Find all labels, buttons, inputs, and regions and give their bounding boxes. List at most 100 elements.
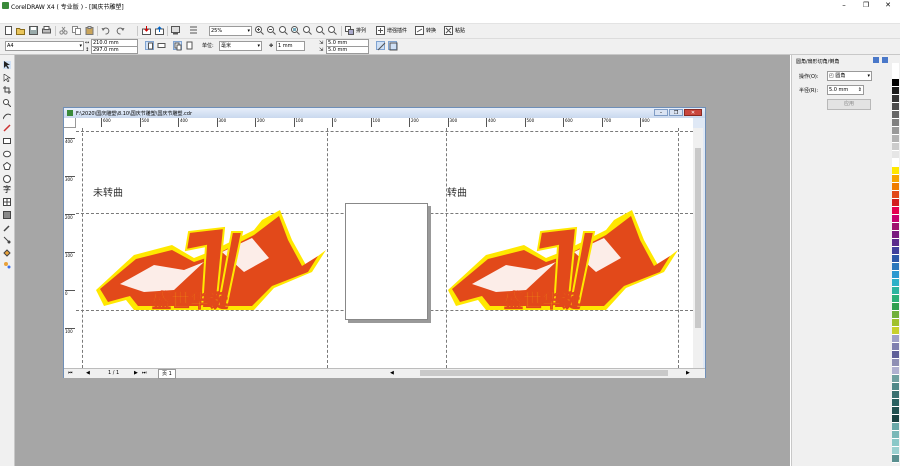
text-tool-icon[interactable]: 字: [3, 186, 11, 194]
vertical-scroll-thumb[interactable]: [695, 148, 701, 328]
color-swatch[interactable]: [892, 319, 899, 327]
treat-as-filled-icon[interactable]: [376, 41, 386, 51]
logo-artwork-converted[interactable]: 盛世华诞: [446, 210, 682, 312]
all-pages-icon[interactable]: [173, 41, 182, 51]
color-swatch[interactable]: [892, 207, 899, 215]
zoom-in-icon[interactable]: [255, 26, 264, 35]
horizontal-scroll-thumb[interactable]: [420, 370, 668, 376]
zoom-width-icon[interactable]: [316, 26, 325, 35]
rectangle-tool-icon[interactable]: [3, 137, 11, 145]
color-swatch[interactable]: [892, 367, 899, 375]
first-page-icon[interactable]: ⏮: [68, 370, 73, 376]
zoom-all-icon[interactable]: [291, 26, 300, 35]
color-swatch[interactable]: [892, 95, 899, 103]
eyedropper-tool-icon[interactable]: [3, 224, 11, 232]
guideline-horizontal[interactable]: [76, 131, 693, 132]
color-swatch[interactable]: [892, 407, 899, 415]
page-tab[interactable]: 页 1: [158, 369, 176, 379]
arrange-icon[interactable]: [345, 26, 354, 35]
current-page-icon[interactable]: [185, 41, 194, 50]
color-swatch[interactable]: [892, 199, 899, 207]
zoom-out-icon[interactable]: [267, 26, 276, 35]
color-swatch[interactable]: [892, 399, 899, 407]
convert-label[interactable]: 转换: [426, 27, 436, 35]
color-swatch[interactable]: [892, 423, 899, 431]
zoom-height-icon[interactable]: [328, 26, 337, 35]
color-swatch[interactable]: [892, 431, 899, 439]
polygon-tool-icon[interactable]: [2, 161, 12, 170]
previous-page-icon[interactable]: ◀: [86, 370, 90, 376]
radius-input[interactable]: 5.0 mm ⇕: [827, 85, 864, 95]
cut-icon[interactable]: [59, 26, 68, 35]
color-swatch[interactable]: [892, 127, 899, 135]
color-swatch[interactable]: [892, 159, 899, 167]
freehand-tool-icon[interactable]: [2, 112, 12, 120]
convert-icon[interactable]: [415, 26, 424, 35]
table-tool-icon[interactable]: [3, 198, 11, 206]
application-launcher-icon[interactable]: [171, 26, 180, 35]
doc-minimize-button[interactable]: –: [654, 109, 668, 116]
color-swatch[interactable]: [892, 167, 899, 175]
color-swatch[interactable]: [892, 415, 899, 423]
docker-close-icon[interactable]: [882, 57, 888, 63]
page-height-input[interactable]: 297.0 mm: [91, 46, 138, 54]
landscape-icon[interactable]: [157, 41, 166, 50]
basic-shapes-tool-icon[interactable]: [3, 175, 11, 183]
color-swatch[interactable]: [892, 79, 899, 87]
a4-page[interactable]: [345, 203, 428, 320]
color-swatch[interactable]: [892, 327, 899, 335]
doc-close-button[interactable]: ✕: [684, 109, 702, 116]
color-swatch[interactable]: [892, 231, 899, 239]
color-swatch[interactable]: [892, 191, 899, 199]
color-swatch[interactable]: [892, 175, 899, 183]
color-swatch[interactable]: [892, 311, 899, 319]
color-swatch[interactable]: [892, 335, 899, 343]
guideline-vertical[interactable]: [82, 128, 83, 368]
vertical-scrollbar[interactable]: [693, 128, 703, 368]
snap-to-objects-icon[interactable]: [388, 41, 398, 51]
paste-special-label[interactable]: 粘贴: [455, 27, 465, 35]
scroll-left-icon[interactable]: ◀: [390, 370, 394, 376]
plugins-icon[interactable]: [376, 26, 385, 35]
color-swatch[interactable]: [892, 103, 899, 111]
pick-tool-icon[interactable]: [3, 61, 11, 69]
color-swatch[interactable]: [892, 383, 899, 391]
spinner-icon[interactable]: ⇕: [858, 86, 862, 94]
redo-icon[interactable]: [116, 26, 125, 35]
plugins-label[interactable]: 增强插件: [387, 27, 407, 35]
doc-restore-button[interactable]: ❐: [669, 109, 683, 116]
color-swatch[interactable]: [892, 271, 899, 279]
welcome-screen-icon[interactable]: [189, 26, 198, 35]
export-icon[interactable]: [155, 26, 164, 35]
color-swatch[interactable]: [892, 215, 899, 223]
smart-fill-tool-icon[interactable]: [3, 124, 11, 132]
paste-icon[interactable]: [85, 26, 94, 35]
docker-pin-icon[interactable]: [873, 57, 879, 63]
close-button[interactable]: ✕: [877, 0, 899, 11]
color-swatch[interactable]: [892, 391, 899, 399]
color-swatch[interactable]: [892, 455, 899, 463]
color-swatch[interactable]: [892, 87, 899, 95]
outline-tool-icon[interactable]: [3, 236, 11, 244]
new-file-icon[interactable]: [4, 26, 13, 35]
print-icon[interactable]: [42, 26, 51, 35]
drawing-canvas[interactable]: 未转曲 转曲 盛世华诞 盛世华诞: [76, 128, 693, 368]
zoom-selected-icon[interactable]: [279, 26, 288, 35]
copy-icon[interactable]: [72, 26, 81, 35]
open-file-icon[interactable]: [16, 26, 25, 35]
undo-icon[interactable]: [101, 26, 110, 35]
color-swatch[interactable]: [892, 295, 899, 303]
color-swatch[interactable]: [892, 119, 899, 127]
color-swatch[interactable]: [892, 351, 899, 359]
color-swatch[interactable]: [892, 183, 899, 191]
color-swatch[interactable]: [892, 375, 899, 383]
color-swatch[interactable]: [892, 359, 899, 367]
operation-select[interactable]: ◰ 圆角 ▾: [827, 71, 872, 81]
units-select[interactable]: 毫米 ▾: [219, 41, 262, 51]
color-swatch[interactable]: [892, 263, 899, 271]
interactive-blend-tool-icon[interactable]: [3, 211, 11, 219]
color-swatch[interactable]: [892, 63, 899, 71]
color-swatch[interactable]: [892, 247, 899, 255]
ruler-origin[interactable]: [64, 118, 76, 128]
interactive-fill-tool-icon[interactable]: [3, 261, 11, 269]
